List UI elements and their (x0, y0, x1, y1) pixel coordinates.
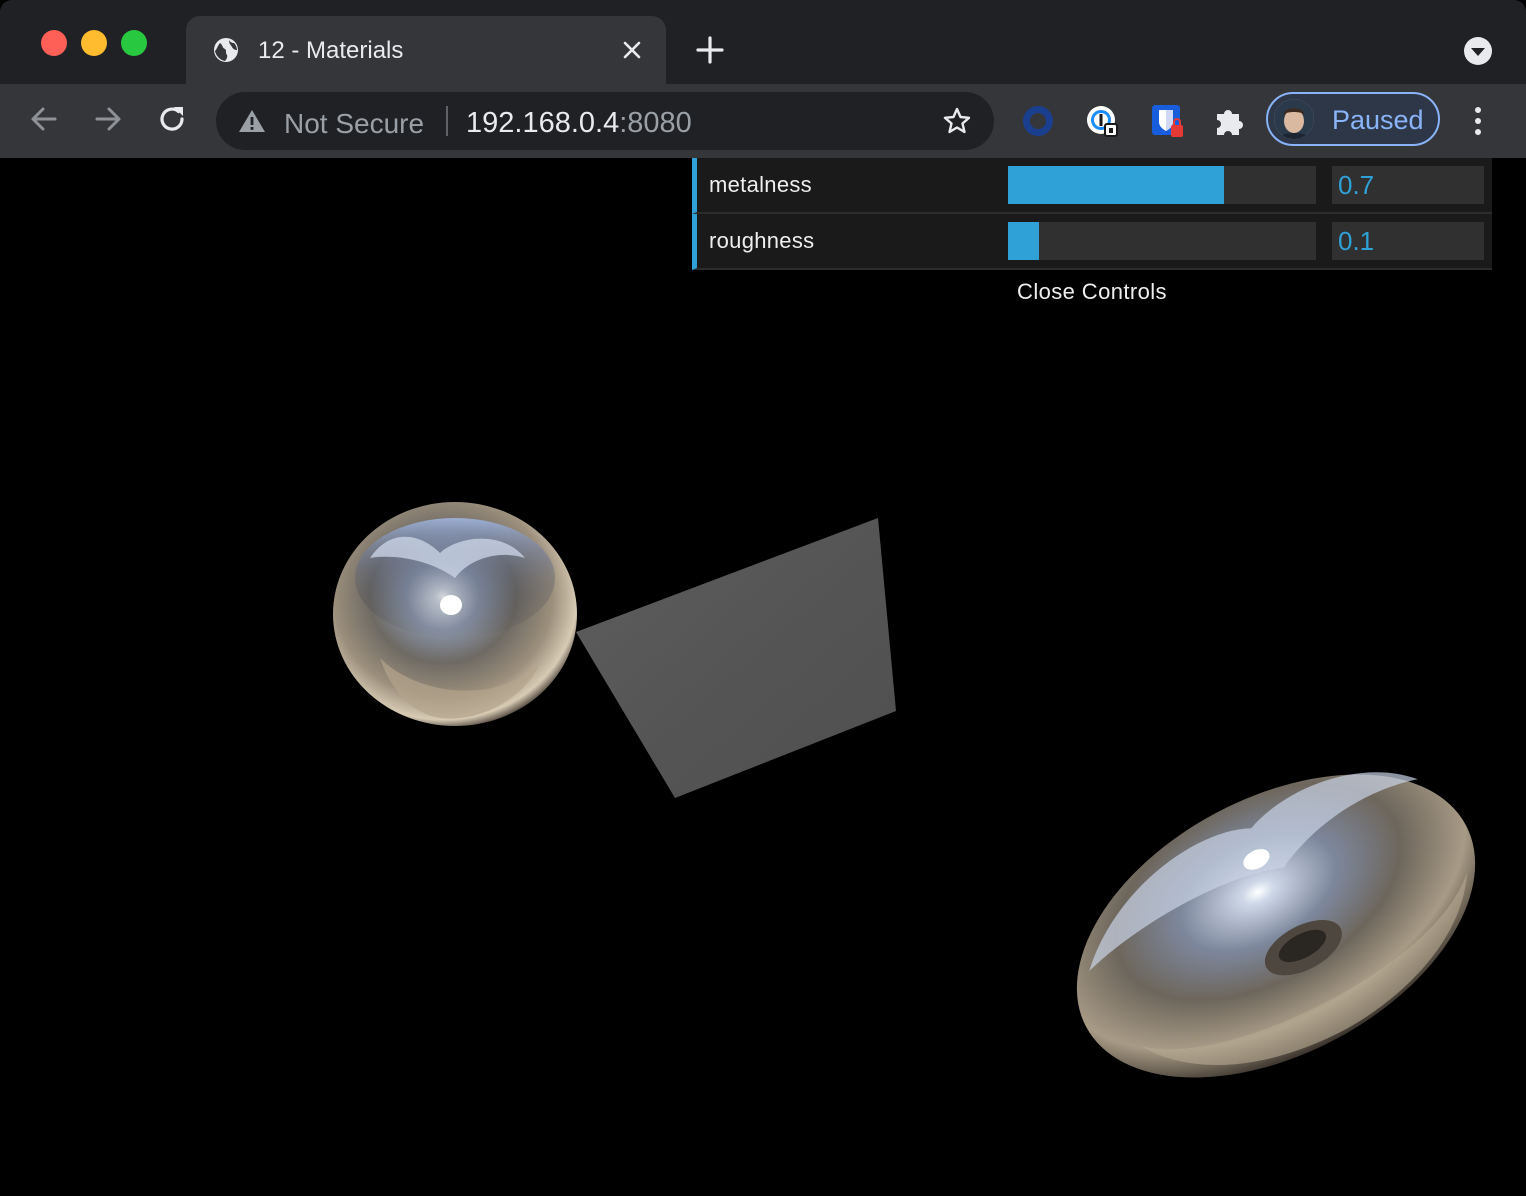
bitwarden-icon[interactable] (1150, 104, 1184, 138)
tab-title: 12 - Materials (258, 37, 404, 64)
opera-circle-icon[interactable] (1021, 104, 1055, 138)
url-port: :8080 (619, 107, 692, 139)
minimize-window-button[interactable] (81, 30, 107, 56)
url-text[interactable]: 192.168.0.4:8080 (466, 107, 692, 140)
tab-strip: 12 - Materials (0, 0, 1526, 84)
roughness-slider[interactable] (1008, 222, 1316, 260)
roughness-slider-fill (1008, 222, 1039, 260)
metalness-slider[interactable] (1008, 166, 1316, 204)
metalness-label: metalness (709, 172, 812, 197)
metal-torus (1076, 772, 1476, 1078)
reload-icon[interactable] (155, 102, 189, 136)
puzzle-icon[interactable] (1213, 104, 1247, 138)
profile-status: Paused (1332, 105, 1424, 135)
roughness-input[interactable]: 0.1 (1332, 222, 1484, 260)
warning-icon[interactable] (238, 108, 266, 134)
tab-materials[interactable]: 12 - Materials (186, 16, 666, 84)
chevron-down-icon[interactable] (1462, 35, 1494, 67)
browser-toolbar: Not Secure 192.168.0.4:8080 Paused (0, 84, 1526, 159)
avatar (1274, 99, 1314, 139)
profile-button[interactable]: Paused (1266, 92, 1440, 146)
close-icon[interactable] (618, 36, 646, 64)
roughness-control: roughness 0.1 (692, 214, 1492, 270)
metalness-control: metalness 0.7 (692, 158, 1492, 214)
plus-icon[interactable] (694, 34, 726, 66)
metal-sphere (333, 502, 577, 726)
page-content: metalness 0.7 roughness 0.1 Close Contro… (0, 158, 1526, 1196)
kebab-menu-icon[interactable] (1461, 104, 1495, 138)
star-icon[interactable] (942, 106, 972, 136)
roughness-label: roughness (709, 228, 815, 253)
url-host: 192.168.0.4 (466, 107, 620, 139)
close-controls-button[interactable]: Close Controls (692, 270, 1492, 314)
address-bar[interactable]: Not Secure 192.168.0.4:8080 (216, 92, 994, 150)
controls-panel: metalness 0.7 roughness 0.1 Close Contro… (692, 158, 1492, 314)
globe-icon (214, 38, 238, 62)
maximize-window-button[interactable] (121, 30, 147, 56)
close-window-button[interactable] (41, 30, 67, 56)
forward-arrow-icon[interactable] (91, 102, 125, 136)
metalness-slider-fill (1008, 166, 1224, 204)
browser-window: 12 - Materials Not Secure 192.168.0.4:80… (0, 0, 1526, 1196)
metalness-input[interactable]: 0.7 (1332, 166, 1484, 204)
metal-plane (576, 518, 896, 798)
security-label[interactable]: Not Secure (284, 108, 424, 140)
back-arrow-icon[interactable] (27, 102, 61, 136)
address-divider (446, 106, 448, 136)
onepassword-icon[interactable] (1085, 104, 1119, 138)
